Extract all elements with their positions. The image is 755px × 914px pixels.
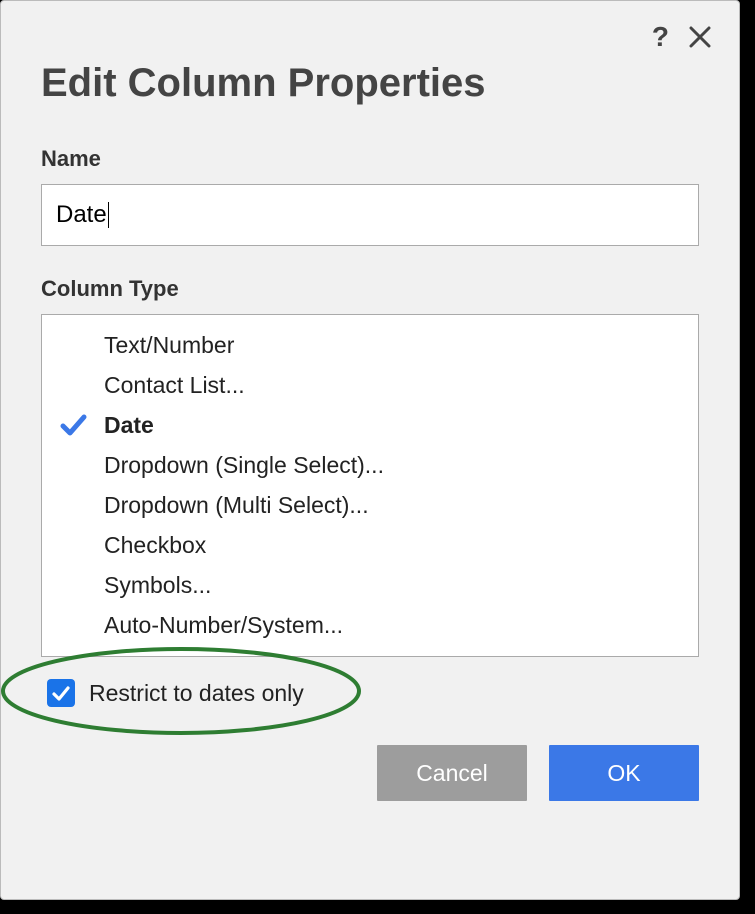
name-input-value: Date (56, 201, 107, 229)
column-type-option-contact-list[interactable]: Contact List... (42, 365, 698, 405)
name-field-label: Name (41, 146, 699, 172)
restrict-dates-checkbox[interactable] (47, 679, 75, 707)
checkmark-icon (42, 411, 104, 439)
edit-column-properties-dialog: ? Edit Column Properties Name Date Colum… (0, 0, 740, 900)
column-type-option-symbols[interactable]: Symbols... (42, 565, 698, 605)
name-input[interactable]: Date (41, 184, 699, 246)
column-type-option-label: Checkbox (104, 532, 206, 559)
column-type-listbox: Text/Number Contact List... Date Dropdow… (41, 314, 699, 657)
text-caret (108, 202, 109, 228)
column-type-label: Column Type (41, 276, 699, 302)
help-icon[interactable]: ? (652, 23, 669, 51)
column-type-option-date[interactable]: Date (42, 405, 698, 445)
column-type-option-dropdown-multi[interactable]: Dropdown (Multi Select)... (42, 485, 698, 525)
column-type-option-label: Symbols... (104, 572, 211, 599)
column-type-option-checkbox[interactable]: Checkbox (42, 525, 698, 565)
column-type-option-label: Dropdown (Multi Select)... (104, 492, 369, 519)
column-type-option-label: Text/Number (104, 332, 234, 359)
cancel-button[interactable]: Cancel (377, 745, 527, 801)
column-type-option-dropdown-single[interactable]: Dropdown (Single Select)... (42, 445, 698, 485)
column-type-option-label: Auto-Number/System... (104, 612, 343, 639)
column-type-option-label: Dropdown (Single Select)... (104, 452, 384, 479)
dialog-title: Edit Column Properties (41, 61, 699, 106)
close-icon[interactable] (689, 26, 711, 48)
column-type-option-label: Date (104, 412, 154, 439)
restrict-dates-label: Restrict to dates only (89, 680, 304, 707)
column-type-option-auto-number[interactable]: Auto-Number/System... (42, 605, 698, 645)
column-type-option-label: Contact List... (104, 372, 245, 399)
ok-button[interactable]: OK (549, 745, 699, 801)
column-type-option-text-number[interactable]: Text/Number (42, 325, 698, 365)
